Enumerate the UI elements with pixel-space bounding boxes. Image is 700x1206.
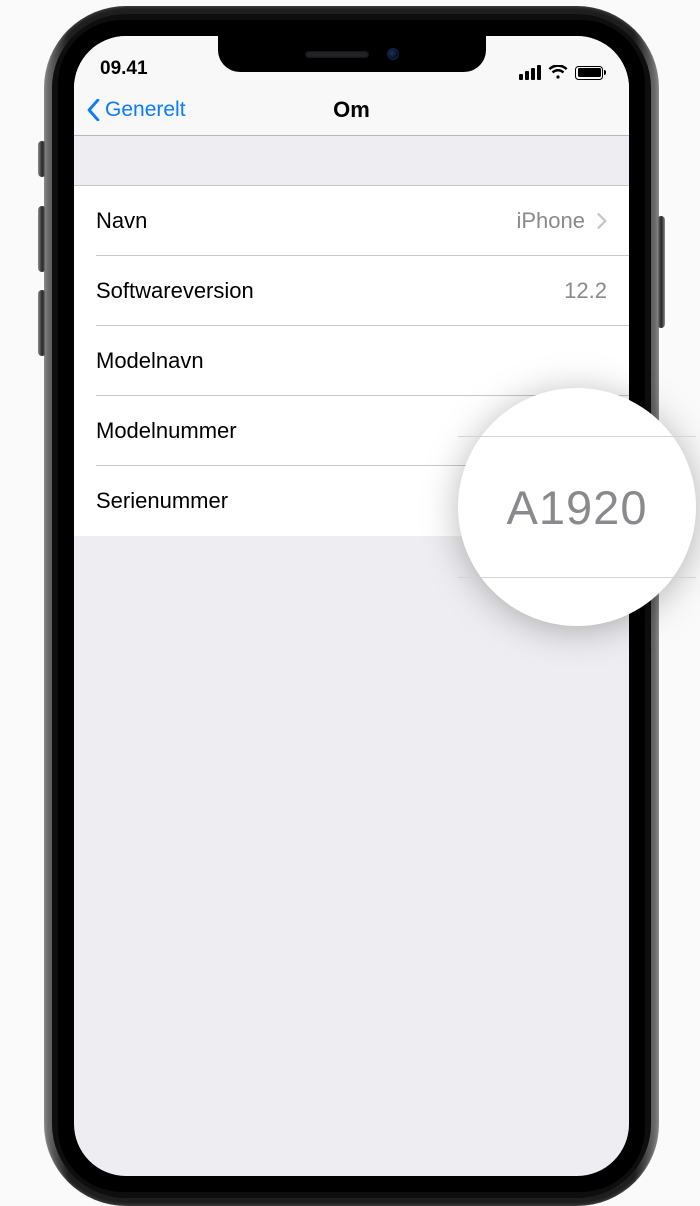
cellular-signal-icon	[519, 65, 541, 80]
row-model-name[interactable]: Modelnavn	[96, 326, 629, 396]
divider	[458, 436, 696, 437]
row-software-version[interactable]: Softwareversion 12.2	[96, 256, 629, 326]
side-button	[657, 216, 665, 328]
row-label: Modelnavn	[96, 348, 204, 374]
row-label: Modelnummer	[96, 418, 237, 444]
row-label: Softwareversion	[96, 278, 254, 304]
section-gap	[74, 136, 629, 186]
chevron-right-icon	[597, 213, 607, 229]
nav-bar: Generelt Om	[74, 84, 629, 136]
page-title: Om	[333, 97, 370, 123]
back-button-label: Generelt	[105, 98, 186, 122]
battery-icon	[575, 66, 603, 80]
back-button[interactable]: Generelt	[86, 84, 186, 135]
status-time: 09.41	[100, 58, 148, 80]
divider	[458, 577, 696, 578]
volume-down-button	[38, 290, 46, 356]
notch	[218, 36, 486, 72]
row-label: Serienummer	[96, 488, 228, 514]
mute-switch	[38, 141, 46, 177]
row-value: 12.2	[564, 278, 607, 304]
row-label: Navn	[96, 208, 147, 234]
row-name[interactable]: Navn iPhone	[96, 186, 629, 256]
earpiece-speaker	[305, 51, 369, 58]
volume-up-button	[38, 206, 46, 272]
wifi-icon	[548, 65, 568, 80]
front-camera	[387, 48, 399, 60]
model-number-callout: A1920	[458, 388, 696, 626]
model-number-highlight: A1920	[507, 480, 648, 535]
row-value: iPhone	[516, 208, 585, 234]
